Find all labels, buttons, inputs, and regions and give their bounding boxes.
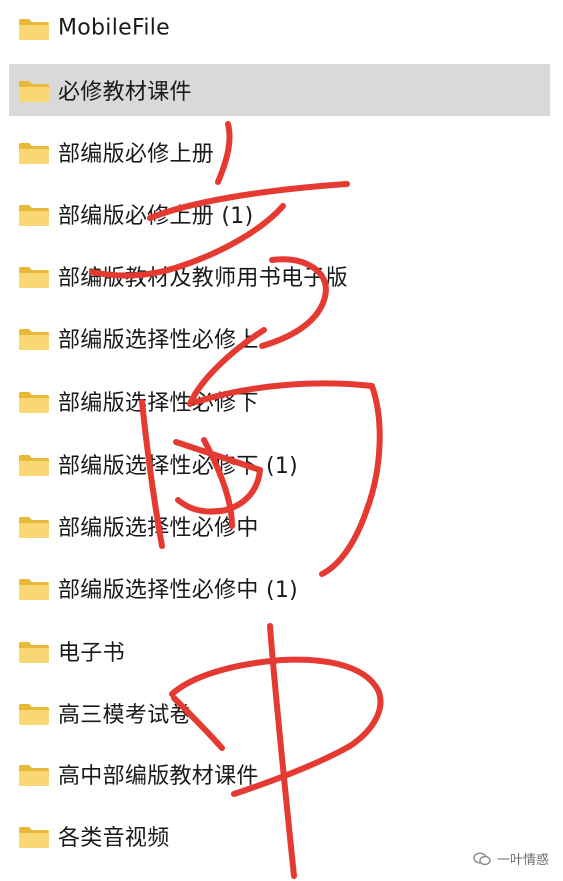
folder-row-bixiu-shangce-1[interactable]: 部编版必修上册 (1) [9, 188, 550, 240]
folder-icon [19, 642, 49, 663]
folder-row-xuanze-xia-1[interactable]: 部编版选择性必修下 (1) [9, 438, 550, 490]
folder-label: 部编版选择性必修中 (1) [58, 578, 299, 603]
folder-icon [19, 704, 49, 725]
folder-icon [19, 517, 49, 538]
folder-label: 电子书 [58, 641, 125, 666]
folder-label: 部编版教材及教师用书电子版 [58, 266, 348, 291]
folder-row-gaozhong-courseware[interactable]: 高中部编版教材课件 [9, 748, 550, 800]
folder-row-xuanze-xia[interactable]: 部编版选择性必修下 [9, 375, 550, 427]
folder-label: MobileFile [58, 15, 170, 41]
wechat-icon [473, 851, 491, 865]
folder-row-bixiu-shangce[interactable]: 部编版必修上册 [9, 126, 550, 178]
folder-row-xuanze-shang[interactable]: 部编版选择性必修上 [9, 312, 550, 364]
folder-label: 部编版必修上册 [58, 142, 215, 167]
folder-row-mobilefile[interactable]: MobileFile [9, 2, 550, 54]
folder-row-gaosan-exams[interactable]: 高三模考试卷 [9, 687, 550, 739]
folder-icon [19, 579, 49, 600]
folder-row-xuanze-zhong-1[interactable]: 部编版选择性必修中 (1) [9, 562, 550, 614]
folder-icon [19, 267, 49, 288]
folder-icon [19, 19, 49, 40]
folder-label: 部编版选择性必修下 (1) [58, 454, 299, 479]
folder-icon [19, 765, 49, 786]
folder-icon [19, 205, 49, 226]
folder-label: 各类音视频 [58, 826, 170, 851]
folder-icon [19, 81, 49, 102]
folder-icon [19, 392, 49, 413]
folder-icon [19, 455, 49, 476]
watermark: 一叶情惑 [473, 849, 549, 868]
folder-icon [19, 827, 49, 848]
folder-icon [19, 329, 49, 350]
folder-row-xuanze-zhong[interactable]: 部编版选择性必修中 [9, 500, 550, 552]
folder-label: 部编版选择性必修上 [58, 328, 259, 353]
folder-icon [19, 143, 49, 164]
folder-label: 高三模考试卷 [58, 703, 192, 728]
folder-row-audio-video[interactable]: 各类音视频 [9, 810, 550, 862]
folder-row-textbook-teacher-ebook[interactable]: 部编版教材及教师用书电子版 [9, 250, 550, 302]
folder-label: 高中部编版教材课件 [58, 764, 259, 789]
folder-label: 部编版选择性必修中 [58, 516, 259, 541]
folder-label: 必修教材课件 [58, 80, 192, 105]
folder-label: 部编版必修上册 (1) [58, 204, 254, 229]
folder-label: 部编版选择性必修下 [58, 391, 259, 416]
folder-row-bixiu-courseware[interactable]: 必修教材课件 [9, 64, 550, 116]
folder-row-ebook[interactable]: 电子书 [9, 625, 550, 677]
watermark-text: 一叶情惑 [496, 853, 549, 868]
